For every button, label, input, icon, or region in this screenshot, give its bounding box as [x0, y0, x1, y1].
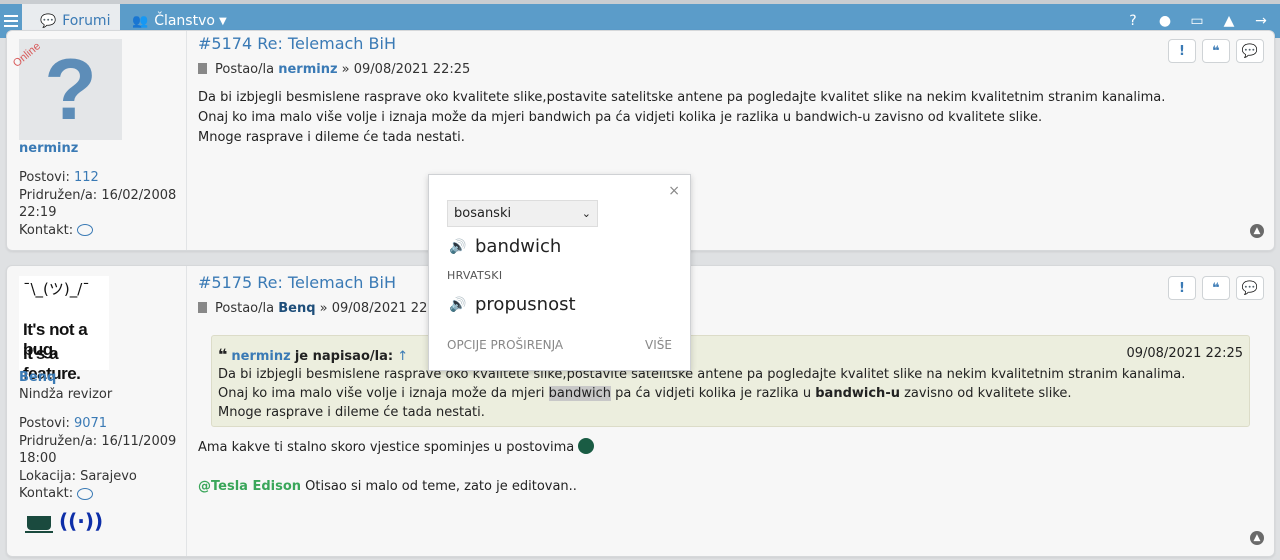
- avatar[interactable]: ¯\_(ツ)_/¯ It's not a bug, it's a feature…: [19, 276, 109, 383]
- quote-text: pa ća vidjeti kolika je razlika u: [615, 386, 812, 401]
- document-icon: [198, 302, 207, 313]
- post-line: Mnoge rasprave i dileme će tada nestati.: [198, 130, 465, 145]
- quote-text: Onaj ko ima malo više volje i iznaja mož…: [218, 386, 545, 401]
- nav-tab-clanstvo-label: Članstvo: [154, 13, 215, 29]
- reply-button[interactable]: 💬: [1236, 39, 1264, 63]
- posts-label: Postovi:: [19, 170, 70, 185]
- post-actions: ! ❝ 💬: [1168, 39, 1264, 63]
- mention-link[interactable]: @Tesla Edison: [198, 479, 301, 494]
- report-button[interactable]: !: [1168, 39, 1196, 63]
- hamburger-icon: [4, 15, 18, 27]
- chevron-down-icon: ⌄: [581, 207, 591, 220]
- scroll-top-button[interactable]: ▲: [1250, 531, 1264, 545]
- wifi-icon: ((·)): [59, 509, 104, 533]
- author-stats: Postovi: 9071 Pridružen/a: 16/11/2009 18…: [19, 415, 179, 503]
- author-stats: Postovi: 112 Pridružen/a: 16/02/2008 22:…: [19, 169, 179, 239]
- post-author-sidebar: ? Online nerminz Postovi: 112 Pridružen/…: [7, 31, 187, 250]
- contact-chat-icon[interactable]: [77, 487, 94, 500]
- avatar-shrug: ¯\_(ツ)_/¯: [23, 280, 90, 298]
- author-username[interactable]: Benq: [19, 370, 56, 385]
- posts-label: Postovi:: [19, 416, 70, 431]
- location: Lokacija: Sarajevo: [19, 468, 137, 484]
- inbox-icon[interactable]: ▭: [1188, 12, 1206, 30]
- quote-button[interactable]: ❝: [1202, 276, 1230, 300]
- quote-jump-arrow[interactable]: ↑: [397, 349, 408, 364]
- grin-emoji-icon: [578, 438, 595, 454]
- reply-line: Ama kakve ti stalno skoro vjestice spomi…: [198, 438, 595, 455]
- language-select[interactable]: bosanski ⌄: [447, 200, 598, 227]
- target-language: HRVATSKI: [447, 269, 503, 282]
- quote-line: Onaj ko ima malo više volje i iznaja mož…: [218, 384, 1185, 403]
- joined-date: Pridružen/a: 16/02/2008 22:19: [19, 187, 177, 221]
- translation-popup: × bosanski ⌄ 🔊 bandwich HRVATSKI 🔊 propu…: [428, 174, 691, 371]
- more-link[interactable]: VIŠE: [645, 338, 672, 352]
- reply-text: Ama kakve ti stalno skoro vjestice spomi…: [198, 440, 575, 455]
- meta-prefix: Postao/la: [215, 301, 275, 316]
- quote-says: je napisao/la:: [294, 349, 394, 364]
- highlighted-word: bandwich: [548, 386, 611, 401]
- contact-label: Kontakt:: [19, 222, 74, 238]
- post-title[interactable]: #5174 Re: Telemach BiH: [198, 34, 396, 53]
- chat-icon: 💬: [40, 13, 57, 29]
- joined-date: Pridružen/a: 16/11/2009 18:00: [19, 433, 177, 467]
- source-word-row: 🔊 bandwich: [449, 236, 561, 257]
- chevron-down-icon: ▼: [218, 15, 227, 27]
- post-actions: ! ❝ 💬: [1168, 276, 1264, 300]
- user-icon[interactable]: ●: [1156, 12, 1174, 30]
- scroll-top-button[interactable]: ▲: [1250, 224, 1264, 238]
- quote-icon: ❝: [218, 345, 228, 364]
- quote-line: Mnoge rasprave i dileme će tada nestati.: [218, 405, 485, 420]
- quote-user[interactable]: nerminz: [231, 349, 290, 364]
- quote-button[interactable]: ❝: [1202, 39, 1230, 63]
- post-body: Da bi izbjegli besmislene rasprave oko k…: [198, 88, 1165, 148]
- author-rank: Nindža revizor: [19, 387, 113, 402]
- document-icon: [198, 63, 207, 74]
- help-icon[interactable]: ?: [1124, 12, 1142, 30]
- posts-count[interactable]: 112: [74, 170, 99, 185]
- mention-line: @Tesla Edison Otisao si malo od teme, za…: [198, 479, 577, 494]
- post-meta: Postao/la nerminz » 09/08/2021 22:25: [198, 62, 470, 77]
- contact-label: Kontakt:: [19, 486, 74, 501]
- extension-options-link[interactable]: OPCIJE PROŠIRENJA: [447, 338, 563, 352]
- quote-text: zavisno od kvalitete slike.: [904, 386, 1072, 401]
- coffee-cup-icon: [25, 516, 53, 533]
- mention-message: Otisao si malo od teme, zato je editovan…: [305, 479, 577, 494]
- nav-tab-forumi-label: Forumi: [62, 13, 111, 29]
- meta-user[interactable]: Benq: [278, 301, 315, 316]
- author-username[interactable]: nerminz: [19, 141, 78, 156]
- post-meta: Postao/la Benq » 09/08/2021 22:25: [198, 301, 448, 316]
- reply-button[interactable]: 💬: [1236, 276, 1264, 300]
- meta-date: » 09/08/2021 22:25: [341, 62, 471, 77]
- close-icon[interactable]: ×: [668, 183, 680, 199]
- target-word-row: 🔊 propusnost: [449, 294, 576, 315]
- bell-icon[interactable]: ▲: [1220, 12, 1238, 30]
- language-select-value: bosanski: [454, 206, 512, 221]
- quote-body: Da bi izbjegli besmislene rasprave oko k…: [218, 365, 1185, 422]
- quote-header: ❝ nerminz je napisao/la: ↑: [218, 345, 408, 364]
- post-line: Da bi izbjegli besmislene rasprave oko k…: [198, 90, 1166, 105]
- speaker-icon[interactable]: 🔊: [449, 297, 467, 313]
- target-word: propusnost: [475, 294, 576, 315]
- top-icons: ? ● ▭ ▲ →: [1124, 12, 1270, 30]
- post-line: Onaj ko ima malo više volje i iznaja mož…: [198, 110, 1043, 125]
- post-author-sidebar: ¯\_(ツ)_/¯ It's not a bug, it's a feature…: [7, 266, 187, 556]
- contact-chat-icon[interactable]: [77, 224, 94, 236]
- quote-line: Da bi izbjegli besmislene rasprave oko k…: [218, 367, 1186, 382]
- meta-user[interactable]: nerminz: [278, 62, 337, 77]
- question-mark-icon: ?: [44, 41, 97, 138]
- quote-bold-text: bandwich-u: [815, 386, 900, 401]
- meta-prefix: Postao/la: [215, 62, 275, 77]
- quote-date: 09/08/2021 22:25: [1126, 346, 1243, 361]
- logout-icon[interactable]: →: [1252, 12, 1270, 30]
- source-word: bandwich: [475, 236, 562, 257]
- speaker-icon[interactable]: 🔊: [449, 239, 467, 255]
- posts-count[interactable]: 9071: [74, 416, 107, 431]
- quote-block: ❝ nerminz je napisao/la: ↑ 09/08/2021 22:…: [211, 335, 1250, 427]
- report-button[interactable]: !: [1168, 276, 1196, 300]
- post-title[interactable]: #5175 Re: Telemach BiH: [198, 273, 396, 292]
- users-icon: 👥: [132, 13, 149, 29]
